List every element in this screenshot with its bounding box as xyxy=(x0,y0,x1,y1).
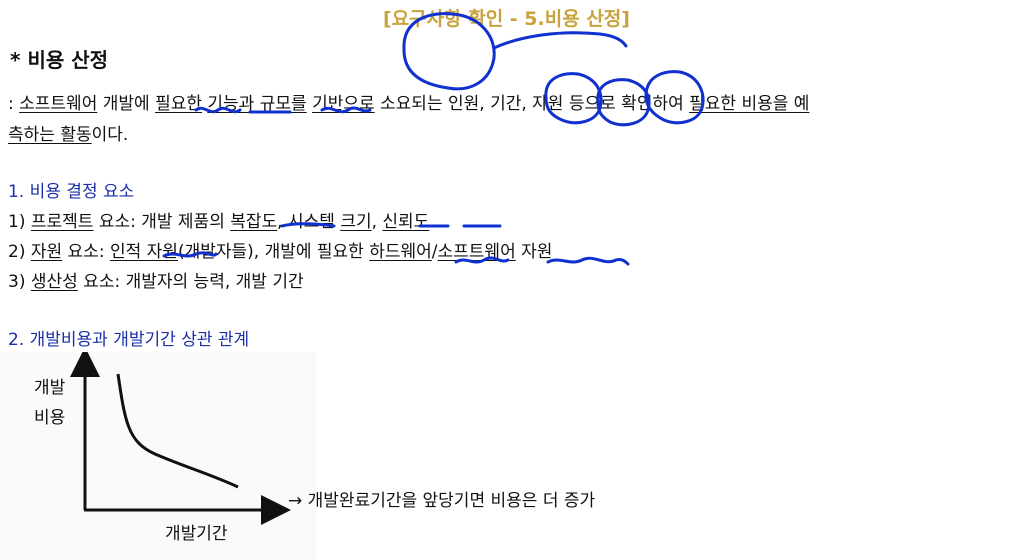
underlined-keyword: 기능과 xyxy=(207,94,255,114)
underlined-keyword: 생산성 xyxy=(30,272,78,292)
underlined-keyword: 복잡도 xyxy=(230,212,278,232)
text-segment: 개발에 xyxy=(97,94,156,114)
underlined-keyword: 신뢰도 xyxy=(382,212,430,232)
ink-arrow-stroke xyxy=(492,31,628,50)
x-axis-label: 개발기간 xyxy=(165,524,228,544)
factors-heading: 1. 비용 결정 요소 xyxy=(8,182,135,202)
underlined-keyword: 측하는 활동 xyxy=(8,125,92,145)
underlined-keyword: 프로젝트 xyxy=(30,212,94,232)
underlined-keyword: 소프트웨어 xyxy=(437,242,516,262)
factor-item-resource: 2) 자원 요소: 인적 자원(개발자들), 개발에 필요한 하드웨어/소프트웨… xyxy=(8,237,552,262)
text-segment: 2) xyxy=(8,242,31,262)
underlined-keyword: 기반으로 xyxy=(312,94,375,114)
definition-line-2: 측하는 활동이다. xyxy=(8,120,128,145)
text-segment: 요소: 개발 제품의 xyxy=(93,212,231,232)
text-segment: 소요되는 인원, 기간, 자원 등으로 확인하여 xyxy=(374,94,690,114)
text-segment: , xyxy=(371,212,383,232)
ink-wave-software xyxy=(546,256,630,266)
underlined-keyword: 인적 자원 xyxy=(109,242,178,262)
definition-prefix: : xyxy=(8,94,20,114)
bullet-marker: * xyxy=(10,48,21,72)
underlined-keyword: 필요한 xyxy=(155,94,202,114)
text-segment: 자원 xyxy=(515,242,553,262)
text-segment: 3) xyxy=(8,272,31,292)
text-segment: , 시스템 xyxy=(277,212,341,232)
relation-note: → 개발완료기간을 앞당기면 비용은 더 증가 xyxy=(288,491,596,511)
underlined-keyword: 규모를 xyxy=(259,94,307,114)
section-title-text: 비용 산정 xyxy=(27,48,109,72)
factor-item-project: 1) 프로젝트 요소: 개발 제품의 복잡도, 시스템 크기, 신뢰도 xyxy=(8,207,429,232)
y-axis-label-line-1: 개발 xyxy=(34,378,66,398)
text-segment: (개발자들), 개발에 필요한 xyxy=(177,242,370,262)
cost-curve xyxy=(116,373,239,489)
underlined-keyword: 소프트웨어 xyxy=(19,94,98,114)
relation-heading: 2. 개발비용과 개발기간 상관 관계 xyxy=(8,330,250,350)
underlined-keyword: 자원 xyxy=(30,242,63,262)
text-segment: 이다. xyxy=(91,125,129,145)
text-segment: 1) xyxy=(8,212,31,232)
section-title: * 비용 산정 xyxy=(10,44,108,73)
underlined-keyword: 필요한 비용을 예 xyxy=(689,94,810,114)
underlined-keyword: 하드웨어 xyxy=(369,242,432,262)
definition-line-1: : 소프트웨어 개발에 필요한 기능과 규모를 기반으로 소요되는 인원, 기간… xyxy=(8,89,809,114)
text-segment: 요소: xyxy=(62,242,110,262)
factor-item-productivity: 3) 생산성 요소: 개발자의 능력, 개발 기간 xyxy=(8,267,304,292)
text-segment: 요소: 개발자의 능력, 개발 기간 xyxy=(77,272,304,292)
underlined-keyword: 크기 xyxy=(340,212,372,232)
page-header: [요구사항 확인 - 5.비용 산정] xyxy=(383,8,630,30)
y-axis-label-line-2: 비용 xyxy=(34,408,66,428)
